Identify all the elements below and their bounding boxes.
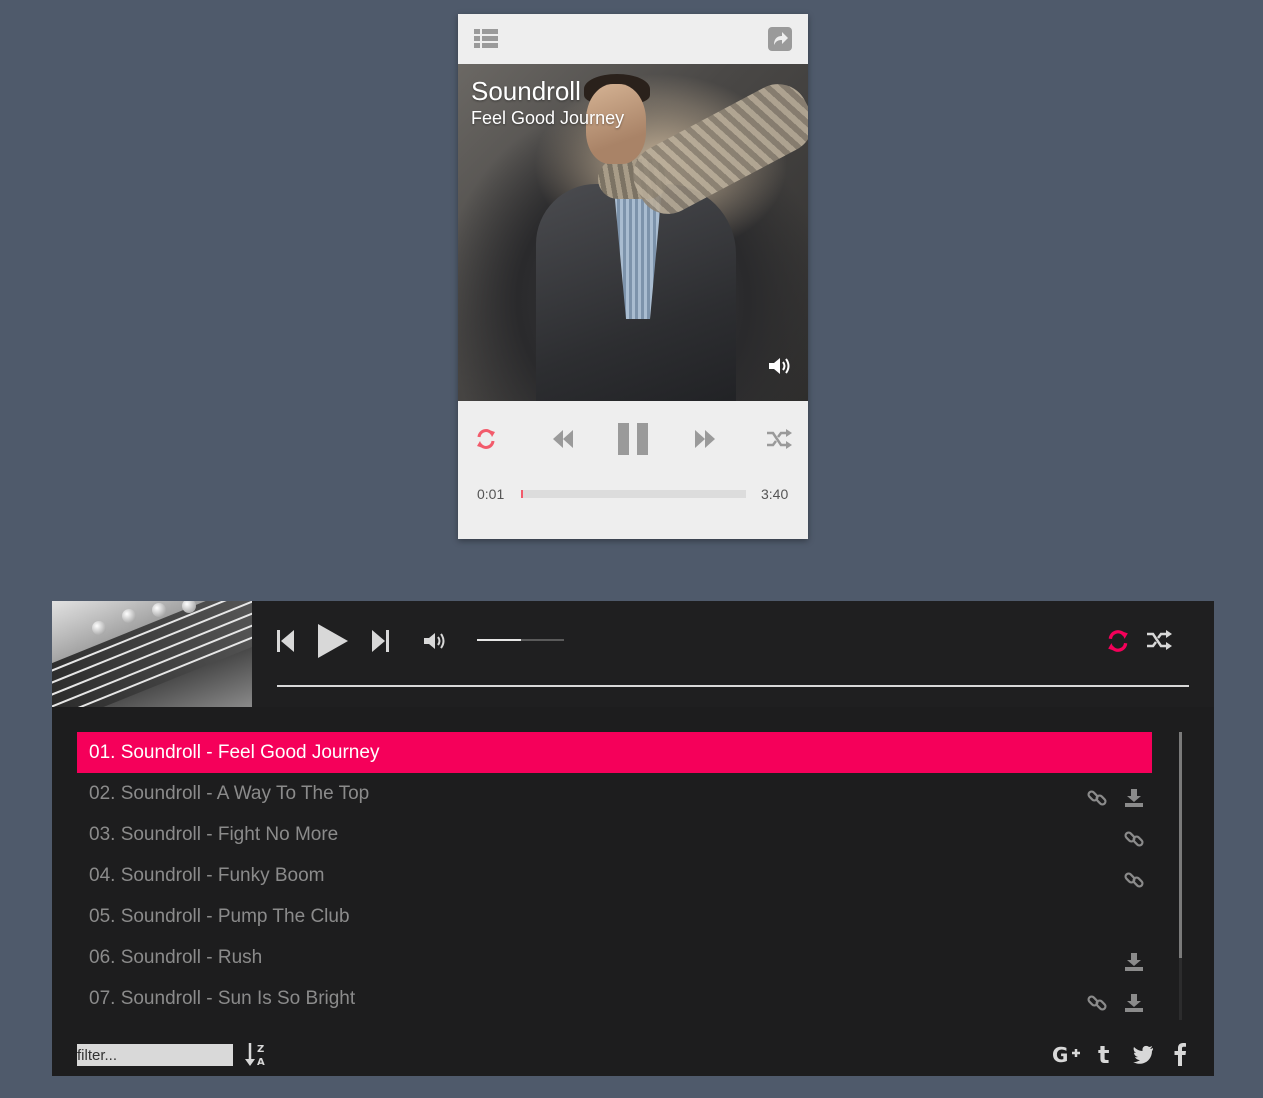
pause-icon[interactable] (618, 423, 648, 460)
playlist-item-label: 01. Soundroll - Feel Good Journey (89, 742, 380, 763)
compact-timebar: 0:01 3:40 (458, 484, 808, 504)
album-cover: Soundroll Feel Good Journey (458, 64, 808, 401)
playlist-item[interactable]: 05. Soundroll - Pump The Club (77, 896, 1152, 937)
track-progress-bar[interactable] (277, 685, 1189, 687)
repeat-icon[interactable] (1106, 629, 1130, 658)
compact-controls (458, 420, 808, 460)
playlist-item-label: 07. Soundroll - Sun Is So Bright (89, 988, 356, 1009)
link-icon[interactable] (1087, 987, 1107, 1028)
compact-topbar (458, 14, 808, 64)
full-player: 01. Soundroll - Feel Good Journey 02. Sou… (52, 601, 1214, 1076)
fast-forward-icon[interactable] (693, 429, 717, 454)
play-icon[interactable] (317, 623, 349, 664)
playlist-item[interactable]: 07. Soundroll - Sun Is So Bright (77, 978, 1152, 1019)
album-thumbnail (52, 601, 252, 707)
playlist-item[interactable]: 03. Soundroll - Fight No More (77, 814, 1152, 855)
shuffle-icon[interactable] (767, 429, 793, 454)
progress-bar[interactable] (521, 490, 746, 498)
facebook-icon[interactable] (1172, 1042, 1188, 1071)
svg-text:t: t (1098, 1042, 1109, 1066)
time-current: 0:01 (477, 486, 505, 502)
skip-next-icon[interactable] (371, 629, 389, 658)
compact-player: Soundroll Feel Good Journey 0:01 3:40 (458, 14, 808, 539)
skip-previous-icon[interactable] (277, 629, 295, 658)
playlist-item-label: 03. Soundroll - Fight No More (89, 824, 339, 845)
tumblr-icon[interactable]: t (1098, 1041, 1114, 1071)
shuffle-icon[interactable] (1147, 630, 1173, 655)
playlist-item-label: 06. Soundroll - Rush (89, 947, 263, 968)
svg-text:A: A (257, 1057, 265, 1068)
playlist-item[interactable]: 04. Soundroll - Funky Boom (77, 855, 1152, 896)
playlist-item[interactable]: 06. Soundroll - Rush (77, 937, 1152, 978)
volume-slider[interactable] (477, 639, 564, 641)
google-plus-icon[interactable]: G (1052, 1042, 1084, 1071)
playlist-item[interactable]: 02. Soundroll - A Way To The Top (77, 773, 1152, 814)
rewind-icon[interactable] (551, 429, 575, 454)
list-icon[interactable] (474, 27, 498, 54)
playlist-item-label: 04. Soundroll - Funky Boom (89, 865, 325, 886)
player-header (52, 601, 1214, 707)
playlist: 01. Soundroll - Feel Good Journey 02. Sou… (77, 732, 1152, 1019)
share-icon[interactable] (768, 27, 792, 56)
svg-text:G: G (1052, 1043, 1068, 1066)
twitter-icon[interactable] (1131, 1042, 1155, 1071)
playlist-item-label: 02. Soundroll - A Way To The Top (89, 783, 370, 804)
download-icon[interactable] (1124, 987, 1144, 1028)
sort-alpha-icon[interactable]: Z A (244, 1042, 268, 1073)
volume-icon[interactable] (768, 356, 792, 381)
repeat-icon[interactable] (475, 428, 497, 455)
playlist-item-label: 05. Soundroll - Pump The Club (89, 906, 350, 927)
playlist-scrollbar[interactable] (1179, 732, 1182, 1020)
track-subtitle: Feel Good Journey (471, 108, 625, 128)
time-total: 3:40 (761, 486, 789, 502)
volume-icon[interactable] (423, 631, 449, 656)
playlist-item[interactable]: 01. Soundroll - Feel Good Journey (77, 732, 1152, 773)
filter-input[interactable] (77, 1044, 233, 1066)
track-title: Soundroll (471, 76, 581, 106)
svg-text:Z: Z (257, 1044, 264, 1055)
